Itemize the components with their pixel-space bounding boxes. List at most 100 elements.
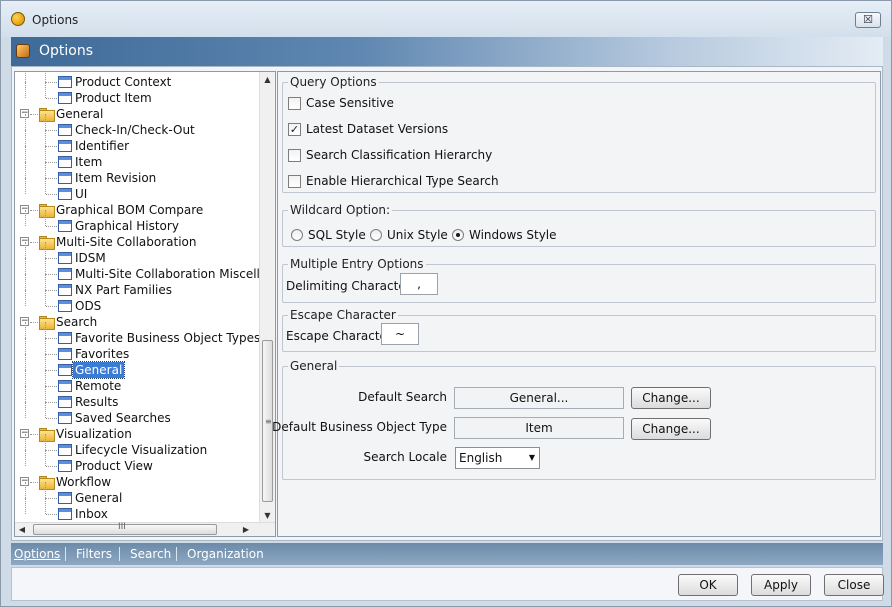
apply-button[interactable]: Apply	[751, 574, 811, 596]
tree-connector	[25, 482, 26, 498]
scroll-right-arrow-icon[interactable]: ▶	[239, 523, 253, 536]
tree-connector	[46, 418, 57, 419]
tree-connector	[45, 322, 46, 338]
tree-category[interactable]: − Visualization	[15, 426, 259, 442]
close-button[interactable]: Close	[824, 574, 884, 596]
change-default-business-object-type-button[interactable]: Change...	[631, 418, 711, 440]
preference-page-icon	[58, 508, 72, 520]
delimiting-character-input[interactable]: ,	[400, 273, 438, 295]
tree-item-label: Multi-Site Collaboration	[56, 235, 197, 249]
delimiting-character-label: Delimiting Character	[286, 279, 411, 293]
tree-connector	[45, 498, 46, 514]
tree-item-label: Multi-Site Collaboration Miscellane	[75, 267, 259, 281]
preference-page-icon	[58, 332, 72, 344]
tree-item[interactable]: Identifier	[15, 130, 259, 154]
tree-connector	[45, 82, 46, 98]
tree-item-label: Inbox	[75, 507, 108, 521]
settings-panel: Query Options Case Sensitive ✓ Latest Da…	[272, 71, 881, 537]
tree-item[interactable]: IDSM	[15, 242, 259, 266]
header-banner: Options	[11, 37, 883, 66]
general-group: General Default Search General... Change…	[272, 359, 876, 480]
scroll-grip-icon: ≡	[265, 417, 272, 426]
tab-options[interactable]: Options	[14, 547, 60, 561]
tree-connector	[46, 274, 57, 275]
tree-vertical-scrollbar[interactable]: ▲ ≡ ▼	[259, 72, 275, 524]
windows-style-radio[interactable]	[452, 229, 464, 241]
tree-category[interactable]: − Search	[15, 314, 259, 330]
tree-item[interactable]: Product Context	[15, 72, 259, 90]
tree-connector	[25, 386, 26, 402]
window-title: Options	[32, 13, 79, 27]
tree-connector	[25, 434, 26, 450]
tree-category[interactable]: − Graphical BOM Compare	[15, 202, 259, 218]
wildcard-option-group: Wildcard Option: SQL Style Unix Style Wi…	[282, 203, 876, 247]
latest-dataset-versions-checkbox[interactable]: ✓	[288, 123, 301, 136]
tree-item[interactable]: NX Part Families	[15, 274, 259, 298]
tree-item[interactable]: Graphical History	[15, 210, 259, 234]
tree-category[interactable]: − Workflow	[15, 474, 259, 490]
tree-item[interactable]: Lifecycle Visualization	[15, 434, 259, 458]
tree-item[interactable]: ODS	[15, 290, 259, 314]
tree-connector	[25, 146, 26, 162]
tree-item[interactable]: Item	[15, 146, 259, 170]
tree-item[interactable]: General	[15, 354, 259, 379]
scroll-up-arrow-icon[interactable]: ▲	[260, 72, 275, 88]
tree-connector	[45, 290, 46, 306]
folder-icon	[39, 476, 55, 490]
tree-connector	[45, 130, 46, 146]
chevron-down-icon: ▼	[528, 453, 535, 462]
tree-category[interactable]: − Multi-Site Collaboration	[15, 234, 259, 250]
tree-item[interactable]: Inbox	[15, 498, 259, 522]
tab-filters[interactable]: Filters	[76, 547, 112, 561]
window-close-button[interactable]: ☒	[855, 12, 881, 28]
search-locale-select[interactable]: English ▼	[455, 447, 540, 469]
tree-item[interactable]: Saved Searches	[15, 402, 259, 426]
search-classification-hierarchy-checkbox[interactable]	[288, 149, 301, 162]
change-default-search-button[interactable]: Change...	[631, 387, 711, 409]
horizontal-scroll-thumb[interactable]: III	[33, 522, 217, 535]
sql-style-radio[interactable]	[291, 229, 303, 241]
preference-page-icon	[58, 492, 72, 504]
content-area: Product Context Product Item − General Check…	[11, 66, 883, 541]
folder-icon	[39, 236, 55, 250]
tree-item[interactable]: Favorites	[15, 338, 259, 362]
unix-style-radio[interactable]	[370, 229, 382, 241]
tree-item[interactable]: Results	[15, 386, 259, 410]
folder-icon	[39, 204, 55, 218]
case-sensitive-checkbox[interactable]	[288, 97, 301, 110]
tree-category[interactable]: − General	[15, 106, 259, 122]
tree-item[interactable]: Favorite Business Object Types	[15, 322, 259, 346]
tree-item[interactable]: Check-In/Check-Out	[15, 114, 259, 138]
app-logo-icon	[11, 12, 25, 26]
tree-item-label: Workflow	[56, 475, 112, 489]
tree-item-label: ODS	[75, 299, 102, 313]
tree-horizontal-scrollbar[interactable]: ◀ III ▶	[15, 522, 275, 536]
tree-item[interactable]: Product View	[15, 450, 259, 474]
tree-connector	[46, 338, 57, 339]
tree-item[interactable]: UI	[15, 178, 259, 202]
search-locale-label: Search Locale	[363, 450, 447, 464]
escape-character-input[interactable]: ~	[381, 323, 419, 345]
preference-page-icon	[58, 76, 72, 88]
tree-item[interactable]: Product Item	[15, 82, 259, 106]
tree-item[interactable]: Remote	[15, 370, 259, 394]
tab-search[interactable]: Search	[130, 547, 171, 561]
tree-connector	[30, 322, 38, 323]
tree-connector	[25, 258, 26, 274]
tab-organization[interactable]: Organization	[187, 547, 264, 561]
tree-item[interactable]: Item Revision	[15, 162, 259, 186]
scroll-left-arrow-icon[interactable]: ◀	[15, 523, 29, 536]
tree-item[interactable]: General	[15, 482, 259, 506]
options-dialog: Options ☒ Options Product Context Product…	[0, 0, 892, 607]
default-business-object-type-value: Item	[454, 417, 624, 439]
tree-item-label: Results	[75, 395, 119, 409]
ok-button[interactable]: OK	[678, 574, 738, 596]
checkbox-label: Case Sensitive	[306, 96, 394, 110]
tree-connector	[30, 242, 38, 243]
group-title: Multiple Entry Options	[288, 257, 426, 271]
group-title: General	[288, 359, 340, 373]
tree-item-label: Favorite Business Object Types	[75, 331, 259, 345]
tree-connector	[46, 162, 57, 163]
enable-hierarchical-type-search-checkbox[interactable]	[288, 175, 301, 188]
tree-item[interactable]: Multi-Site Collaboration Miscellane	[15, 258, 259, 282]
